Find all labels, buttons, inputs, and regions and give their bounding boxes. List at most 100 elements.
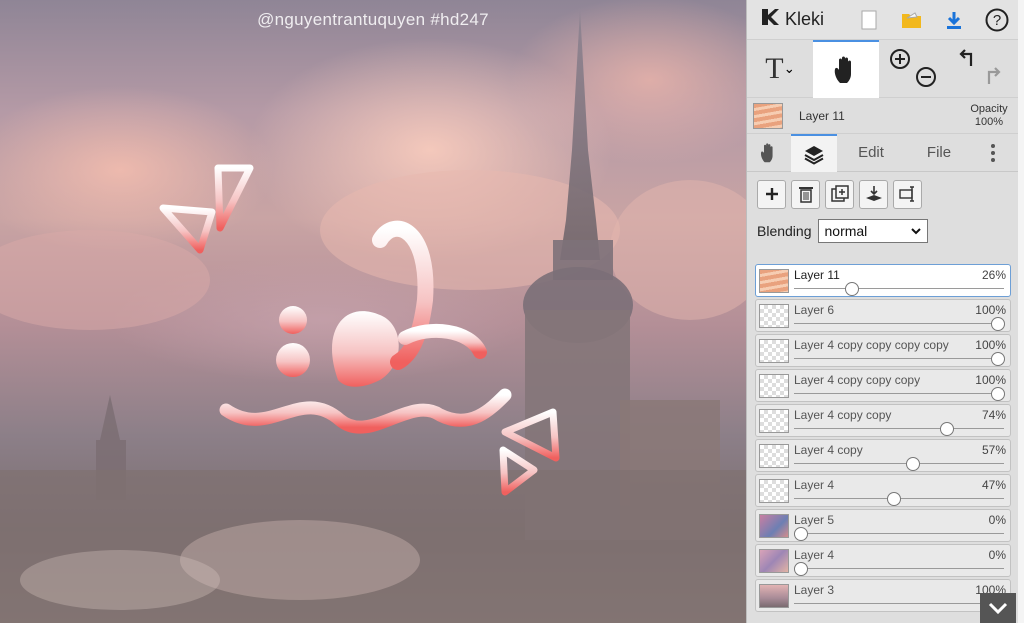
layer-row[interactable]: Layer 3 100% bbox=[755, 579, 1011, 612]
open-file-button[interactable] bbox=[890, 0, 933, 40]
layer-thumbnail bbox=[759, 514, 789, 538]
new-file-icon bbox=[861, 10, 877, 29]
duplicate-layer-button[interactable] bbox=[825, 179, 854, 209]
layer-thumbnail bbox=[759, 479, 789, 503]
opacity-slider-track[interactable] bbox=[794, 358, 1004, 359]
hand-icon bbox=[760, 142, 773, 162]
chevron-down-icon[interactable]: ⌄ bbox=[784, 61, 795, 77]
chevron-down-icon bbox=[910, 228, 921, 235]
tab-edit[interactable]: Edit bbox=[837, 134, 905, 172]
layer-thumbnail bbox=[759, 374, 789, 398]
zoom-buttons bbox=[879, 40, 945, 98]
current-layer-thumbnail bbox=[753, 102, 783, 129]
opacity-slider-handle[interactable] bbox=[845, 282, 860, 296]
layer-opacity-value: 57% bbox=[981, 443, 1006, 457]
undo-icon[interactable] bbox=[957, 48, 979, 70]
opacity-value: 100% bbox=[974, 115, 1004, 128]
text-tool-button[interactable]: T ⌄ bbox=[747, 40, 813, 98]
opacity-slider-track[interactable] bbox=[794, 533, 1004, 534]
opacity-slider-handle[interactable] bbox=[886, 492, 901, 506]
layer-row[interactable]: Layer 4 copy copy copy 100% bbox=[755, 369, 1011, 402]
opacity-slider-handle[interactable] bbox=[939, 422, 954, 436]
drawing-canvas[interactable]: @nguyentrantuquyen #hd247 bbox=[0, 0, 746, 623]
layer-row[interactable]: Layer 4 47% bbox=[755, 474, 1011, 507]
layer-row[interactable]: Layer 4 copy copy copy copy 100% bbox=[755, 334, 1011, 367]
help-icon: ? bbox=[985, 8, 1009, 31]
kleki-logo[interactable]: Kleki bbox=[759, 6, 848, 34]
blending-select[interactable]: normal bbox=[817, 219, 928, 243]
layer-thumbnail bbox=[759, 409, 789, 433]
opacity-slider-handle[interactable] bbox=[794, 562, 808, 576]
opacity-slider-track[interactable] bbox=[794, 393, 1004, 394]
tab-file[interactable]: File bbox=[905, 134, 973, 172]
layer-opacity-value: 26% bbox=[981, 268, 1006, 282]
current-layer-name: Layer 11 bbox=[799, 108, 845, 123]
layer-opacity-value: 47% bbox=[981, 478, 1006, 492]
hand-icon bbox=[834, 56, 851, 83]
add-layer-button[interactable] bbox=[757, 179, 786, 209]
opacity-slider-handle[interactable] bbox=[991, 352, 1005, 366]
kleki-logo-icon bbox=[759, 6, 781, 34]
right-panel: Kleki ? T ⌄ Layer 11 Opacity 100% Edit F… bbox=[746, 0, 1018, 623]
layer-row[interactable]: Layer 4 copy copy 74% bbox=[755, 404, 1011, 437]
opacity-slider-track[interactable] bbox=[794, 288, 1004, 289]
open-folder-icon bbox=[901, 11, 921, 28]
more-menu-button[interactable] bbox=[973, 134, 1013, 172]
opacity-slider-handle[interactable] bbox=[991, 387, 1005, 401]
layer-opacity-value: 0% bbox=[988, 548, 1006, 562]
rename-layer-button[interactable] bbox=[893, 179, 922, 209]
layer-name: Layer 4 bbox=[794, 478, 835, 492]
blending-row: Blending normal bbox=[747, 216, 1018, 246]
delete-layer-button[interactable] bbox=[791, 179, 820, 209]
opacity-slider-track[interactable] bbox=[794, 568, 1004, 569]
tab-hand[interactable] bbox=[747, 134, 791, 172]
layer-opacity-value: 100% bbox=[975, 303, 1006, 317]
layer-name: Layer 5 bbox=[794, 513, 835, 527]
app-name: Kleki bbox=[785, 9, 825, 29]
current-layer-info: Layer 11 Opacity 100% bbox=[747, 98, 1018, 134]
chevron-down-icon bbox=[988, 602, 1008, 614]
current-layer-opacity: Opacity 100% bbox=[966, 103, 1012, 129]
layers-icon bbox=[804, 145, 824, 165]
opacity-slider-handle[interactable] bbox=[991, 317, 1005, 331]
download-icon bbox=[947, 11, 962, 29]
hand-tool-button[interactable] bbox=[813, 40, 879, 98]
layer-row[interactable]: Layer 5 0% bbox=[755, 509, 1011, 542]
opacity-slider-track[interactable] bbox=[794, 323, 1004, 324]
download-button[interactable] bbox=[933, 0, 976, 40]
new-file-button[interactable] bbox=[848, 0, 891, 40]
opacity-label: Opacity bbox=[970, 102, 1008, 115]
merge-down-icon bbox=[865, 186, 882, 201]
layer-row[interactable]: Layer 11 26% bbox=[755, 264, 1011, 297]
tool-row: T ⌄ bbox=[747, 40, 1018, 98]
merge-down-button[interactable] bbox=[859, 179, 888, 209]
kleki-app: @nguyentrantuquyen #hd247 Kleki ? T ⌄ La… bbox=[0, 0, 1024, 623]
zoom-out-icon[interactable] bbox=[915, 66, 937, 88]
layer-opacity-value: 100% bbox=[975, 338, 1006, 352]
opacity-slider-handle[interactable] bbox=[906, 457, 921, 471]
duplicate-icon bbox=[830, 185, 849, 202]
scroll-down-button[interactable] bbox=[980, 593, 1016, 623]
tab-layers[interactable] bbox=[791, 133, 837, 172]
opacity-slider-track[interactable] bbox=[794, 463, 1004, 464]
layer-row[interactable]: Layer 4 0% bbox=[755, 544, 1011, 577]
opacity-slider-track[interactable] bbox=[794, 428, 1004, 429]
layer-opacity-value: 100% bbox=[975, 373, 1006, 387]
zoom-in-icon[interactable] bbox=[889, 48, 911, 70]
opacity-slider-handle[interactable] bbox=[794, 527, 808, 541]
layer-row[interactable]: Layer 6 100% bbox=[755, 299, 1011, 332]
layer-thumbnail bbox=[759, 549, 789, 573]
opacity-slider-track[interactable] bbox=[794, 603, 1004, 604]
layer-row[interactable]: Layer 4 copy 57% bbox=[755, 439, 1011, 472]
rename-icon bbox=[898, 186, 914, 202]
layer-name: Layer 4 copy bbox=[794, 443, 863, 457]
help-button[interactable]: ? bbox=[975, 0, 1018, 40]
layer-thumbnail bbox=[759, 444, 789, 468]
svg-text:?: ? bbox=[993, 12, 1001, 29]
artwork bbox=[0, 10, 746, 623]
top-bar: Kleki ? bbox=[747, 0, 1018, 40]
redo-icon[interactable] bbox=[981, 66, 1003, 88]
layer-tools bbox=[747, 172, 1018, 216]
more-vertical-icon bbox=[991, 143, 995, 162]
layer-name: Layer 4 copy copy copy bbox=[794, 373, 921, 387]
